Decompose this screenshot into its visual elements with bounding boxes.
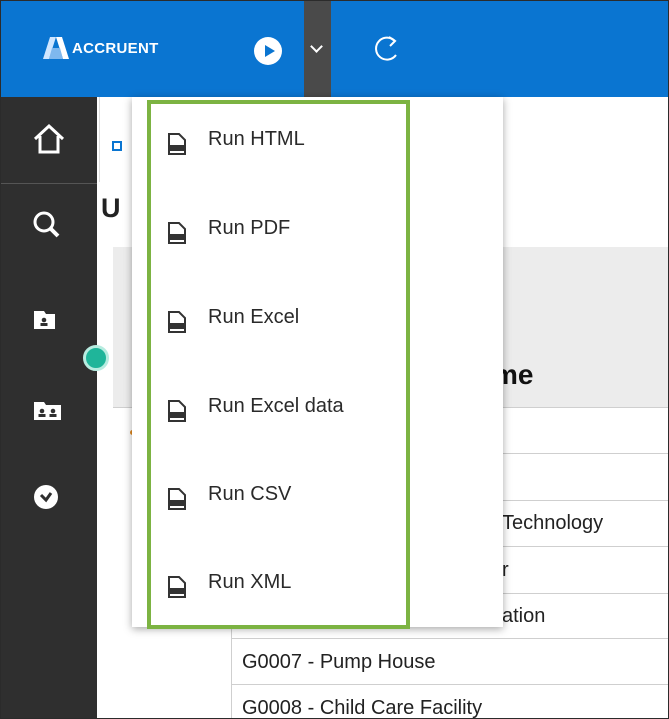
table-row[interactable]: G0007 - Pump House (232, 639, 668, 683)
xls-file-icon (168, 311, 186, 333)
sidebar-item-home[interactable] (1, 103, 97, 173)
menu-item-label: Run Excel (208, 306, 300, 328)
sidebar-divider (1, 183, 97, 184)
refresh-button[interactable] (369, 31, 405, 67)
xls-data-file-icon (168, 400, 186, 422)
home-icon (33, 123, 65, 154)
menu-item-label: Run HTML (208, 128, 305, 150)
pdf-file-icon (168, 222, 186, 244)
sidebar-item-team-content[interactable] (1, 375, 97, 445)
run-options-menu (132, 97, 503, 627)
table-cell: ation (502, 605, 546, 627)
table-cell: G0007 - Pump House (242, 651, 436, 673)
sidebar-item-search[interactable] (1, 189, 97, 259)
menu-item-run-excel-data[interactable]: Run Excel data (151, 378, 407, 438)
table-cell: G0008 - Child Care Facility (242, 697, 483, 719)
accruent-logo[interactable]: ACCRUENT (43, 37, 159, 59)
schedule-icon (34, 485, 58, 509)
menu-item-run-xml[interactable]: Run XML (151, 554, 407, 614)
refresh-icon (375, 36, 397, 61)
xml-file-icon (168, 576, 186, 598)
logo-text: ACCRUENT (72, 39, 159, 57)
team-folder-icon (34, 402, 61, 420)
run-options-dropdown-button[interactable] (304, 1, 331, 97)
table-cell: r (502, 559, 509, 581)
table-cell: Technology (502, 512, 604, 534)
left-sidebar (1, 97, 97, 718)
app-window: ACCRUENT U me Technology r ation G0007 -… (0, 0, 669, 719)
my-folder-icon (34, 311, 55, 329)
page-title: U (101, 193, 121, 223)
html-file-icon (168, 133, 186, 155)
menu-item-label: Run Excel data (208, 395, 344, 417)
menu-item-run-excel[interactable]: Run Excel (151, 289, 407, 349)
top-bar: ACCRUENT (1, 1, 668, 97)
run-button[interactable] (254, 37, 282, 65)
menu-item-label: Run CSV (208, 483, 292, 505)
report-tab-icon (112, 141, 122, 151)
sidebar-resize-handle[interactable] (83, 345, 109, 371)
menu-item-run-pdf[interactable]: Run PDF (151, 200, 407, 260)
menu-item-label: Run PDF (208, 217, 291, 239)
table-row[interactable]: G0008 - Child Care Facility (232, 685, 668, 719)
sidebar-item-schedules[interactable] (1, 463, 97, 533)
sidebar-item-my-content[interactable] (1, 284, 97, 354)
menu-item-run-html[interactable]: Run HTML (151, 111, 407, 171)
menu-item-label: Run XML (208, 571, 292, 593)
menu-item-run-csv[interactable]: Run CSV (151, 466, 407, 526)
accruent-logo-icon (43, 37, 69, 59)
csv-file-icon (168, 488, 186, 510)
chevron-down-icon (310, 40, 323, 53)
search-icon (33, 211, 60, 238)
